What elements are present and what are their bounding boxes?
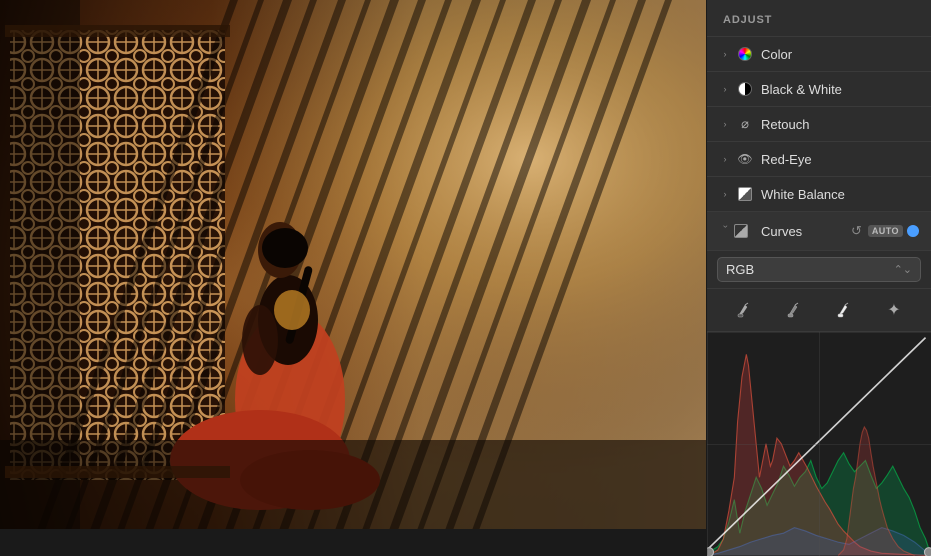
mid-dropper-icon (785, 301, 803, 319)
channel-arrow-icon: ⌃⌄ (894, 263, 912, 276)
adjust-item-redeye[interactable]: › 👁 Red-Eye (707, 142, 931, 177)
white-dropper-icon (835, 301, 853, 319)
adjust-item-bw[interactable]: › Black & White (707, 72, 931, 107)
adjust-item-curves[interactable]: › Curves ↺ AUTO (707, 212, 931, 251)
wb-label: White Balance (761, 187, 919, 202)
chevron-right-icon-retouch: › (719, 118, 731, 130)
adjust-list: › Color › Black & White › ⌀ Retouch › 👁 … (707, 37, 931, 556)
wb-icon (737, 186, 753, 202)
black-point-dropper-button[interactable] (729, 297, 759, 323)
chevron-right-icon-bw: › (719, 83, 731, 95)
panel-title: ADJUST (707, 0, 931, 37)
black-dropper-icon (735, 301, 753, 319)
curves-tools-row: ✦ (707, 289, 931, 332)
chevron-right-icon-redeye: › (719, 153, 731, 165)
rgb-channel-value: RGB (726, 262, 754, 277)
curves-auto-badge[interactable]: AUTO (868, 225, 903, 237)
retouch-icon: ⌀ (737, 116, 753, 132)
rgb-channel-row: RGB ⌃⌄ (707, 251, 931, 289)
color-icon (737, 46, 753, 62)
adjust-panel: ADJUST › Color › Black & White › ⌀ Retou… (706, 0, 931, 529)
retouch-label: Retouch (761, 117, 919, 132)
bw-icon (737, 81, 753, 97)
chevron-right-icon: › (719, 48, 731, 60)
rgb-channel-select[interactable]: RGB ⌃⌄ (717, 257, 921, 282)
adjust-item-retouch[interactable]: › ⌀ Retouch (707, 107, 931, 142)
curves-chart[interactable] (707, 332, 931, 556)
curves-actions: ↺ AUTO (849, 221, 919, 241)
mid-point-dropper-button[interactable] (779, 297, 809, 323)
curves-section: › Curves ↺ AUTO RGB ⌃⌄ (707, 212, 931, 556)
photo-area (0, 0, 706, 529)
curves-active-indicator (907, 225, 919, 237)
chevron-right-icon-wb: › (719, 188, 731, 200)
curves-icon (737, 223, 753, 239)
white-point-dropper-button[interactable] (829, 297, 859, 323)
bw-label: Black & White (761, 82, 919, 97)
photo-svg (0, 0, 706, 529)
adjust-item-color[interactable]: › Color (707, 37, 931, 72)
chart-grid (707, 332, 931, 556)
curves-label: Curves (761, 224, 849, 239)
adjust-item-whitebalance[interactable]: › White Balance (707, 177, 931, 212)
color-label: Color (761, 47, 919, 62)
redeye-label: Red-Eye (761, 152, 919, 167)
curves-undo-button[interactable]: ↺ (849, 221, 864, 241)
add-point-button[interactable]: ✦ (879, 297, 909, 323)
redeye-icon: 👁 (737, 151, 753, 167)
chevron-down-icon-curves: › (719, 225, 731, 237)
